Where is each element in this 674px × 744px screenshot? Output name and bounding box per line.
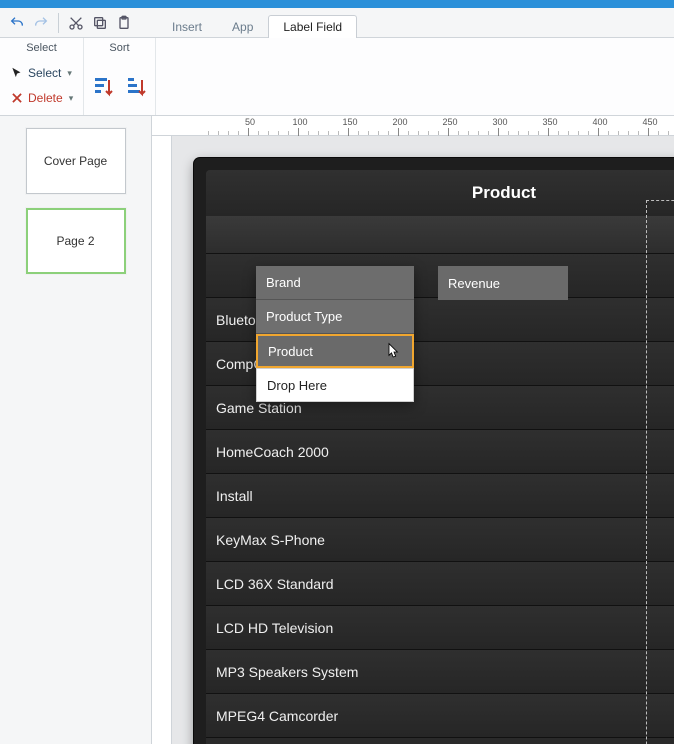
field-drop-here[interactable]: Drop Here: [256, 368, 414, 402]
field-product-selected[interactable]: Product: [256, 334, 414, 368]
report-surface[interactable]: Product tal Ca0Bluetooth Adaptor180,172.…: [194, 158, 674, 744]
undo-icon[interactable]: [6, 12, 28, 34]
ruler-horizontal: 50100150200250300350400450500: [152, 116, 674, 136]
field-product-label: Product: [268, 344, 313, 359]
paste-icon[interactable]: [113, 12, 135, 34]
ruler-label: 450: [640, 117, 660, 127]
page-thumb-2[interactable]: Page 2: [26, 208, 126, 274]
redo-icon[interactable]: [30, 12, 52, 34]
main-area: Cover Page Page 2 50 100 150 200 250 300 350 40…: [0, 116, 674, 744]
delete-button[interactable]: Delete ▾: [6, 87, 77, 109]
sort-asc-icon[interactable]: [90, 70, 116, 106]
ruler-label: 400: [590, 117, 610, 127]
cell-product: LCD HD Television: [216, 620, 674, 636]
cell-product: LCD 36X Standard: [216, 576, 674, 592]
cell-product: MPEG4 Camcorder: [216, 708, 674, 724]
ruler-label: 300: [490, 117, 510, 127]
table-row[interactable]: MPEG4 Camcorder322,740.17: [206, 694, 674, 738]
select-button[interactable]: Select ▾: [6, 62, 77, 84]
cut-icon[interactable]: [65, 12, 87, 34]
page-list: Cover Page Page 2: [0, 116, 152, 744]
ribbon: Select Select ▾ Delete ▾ Sort: [0, 38, 674, 116]
tab-insert[interactable]: Insert: [157, 15, 217, 38]
page-thumb-label: Cover Page: [44, 154, 107, 168]
separator: [58, 13, 59, 33]
ribbon-group-sort-title: Sort: [90, 40, 149, 58]
copy-icon[interactable]: [89, 12, 111, 34]
chevron-down-icon: ▾: [67, 68, 72, 79]
table-row[interactable]: MP3 Speakers System187,480.14: [206, 650, 674, 694]
cell-product: Install: [216, 488, 674, 504]
delete-button-label: Delete: [28, 91, 63, 105]
ribbon-group-select-title: Select: [6, 40, 77, 58]
quick-toolbar: Insert App Label Field: [0, 8, 674, 38]
ruler-label: 50: [240, 117, 260, 127]
page-thumb-label: Page 2: [56, 234, 94, 248]
table-row[interactable]: LCD 36X Standard221,517.31: [206, 562, 674, 606]
table-row[interactable]: LCD HD Television172,424.53: [206, 606, 674, 650]
ruler-vertical: [152, 136, 172, 744]
sort-desc-icon[interactable]: [124, 70, 150, 106]
ruler-label: 350: [540, 117, 560, 127]
table-row[interactable]: HomeCoach 2000113,106.05: [206, 430, 674, 474]
table-row[interactable]: KeyMax S-Phone274,949.61: [206, 518, 674, 562]
ruler-label: 100: [290, 117, 310, 127]
ribbon-tabs: Insert App Label Field: [157, 9, 357, 37]
page-thumb-cover[interactable]: Cover Page: [26, 128, 126, 194]
cell-product: MP3 Speakers System: [216, 664, 674, 680]
window-titlebar: [0, 0, 674, 8]
field-drop-menu[interactable]: Brand Revenue Product Type Product Drop …: [256, 266, 414, 402]
tab-app[interactable]: App: [217, 15, 268, 38]
cell-product: HomeCoach 2000: [216, 444, 674, 460]
ruler-label: 250: [440, 117, 460, 127]
canvas[interactable]: 50100150200250300350400450500 Product ta…: [152, 116, 674, 744]
tab-label-field[interactable]: Label Field: [268, 15, 357, 38]
field-brand[interactable]: Brand: [256, 266, 414, 300]
field-product-type[interactable]: Product Type: [256, 300, 414, 334]
cell-product: KeyMax S-Phone: [216, 532, 674, 548]
grid-header: [206, 216, 674, 254]
table-row[interactable]: Install73,006.50: [206, 474, 674, 518]
chevron-down-icon: ▾: [69, 93, 74, 104]
ruler-label: 200: [390, 117, 410, 127]
ruler-label: 150: [340, 117, 360, 127]
field-revenue[interactable]: Revenue: [438, 266, 568, 300]
report-title: Product: [206, 170, 674, 216]
select-button-label: Select: [28, 66, 61, 80]
